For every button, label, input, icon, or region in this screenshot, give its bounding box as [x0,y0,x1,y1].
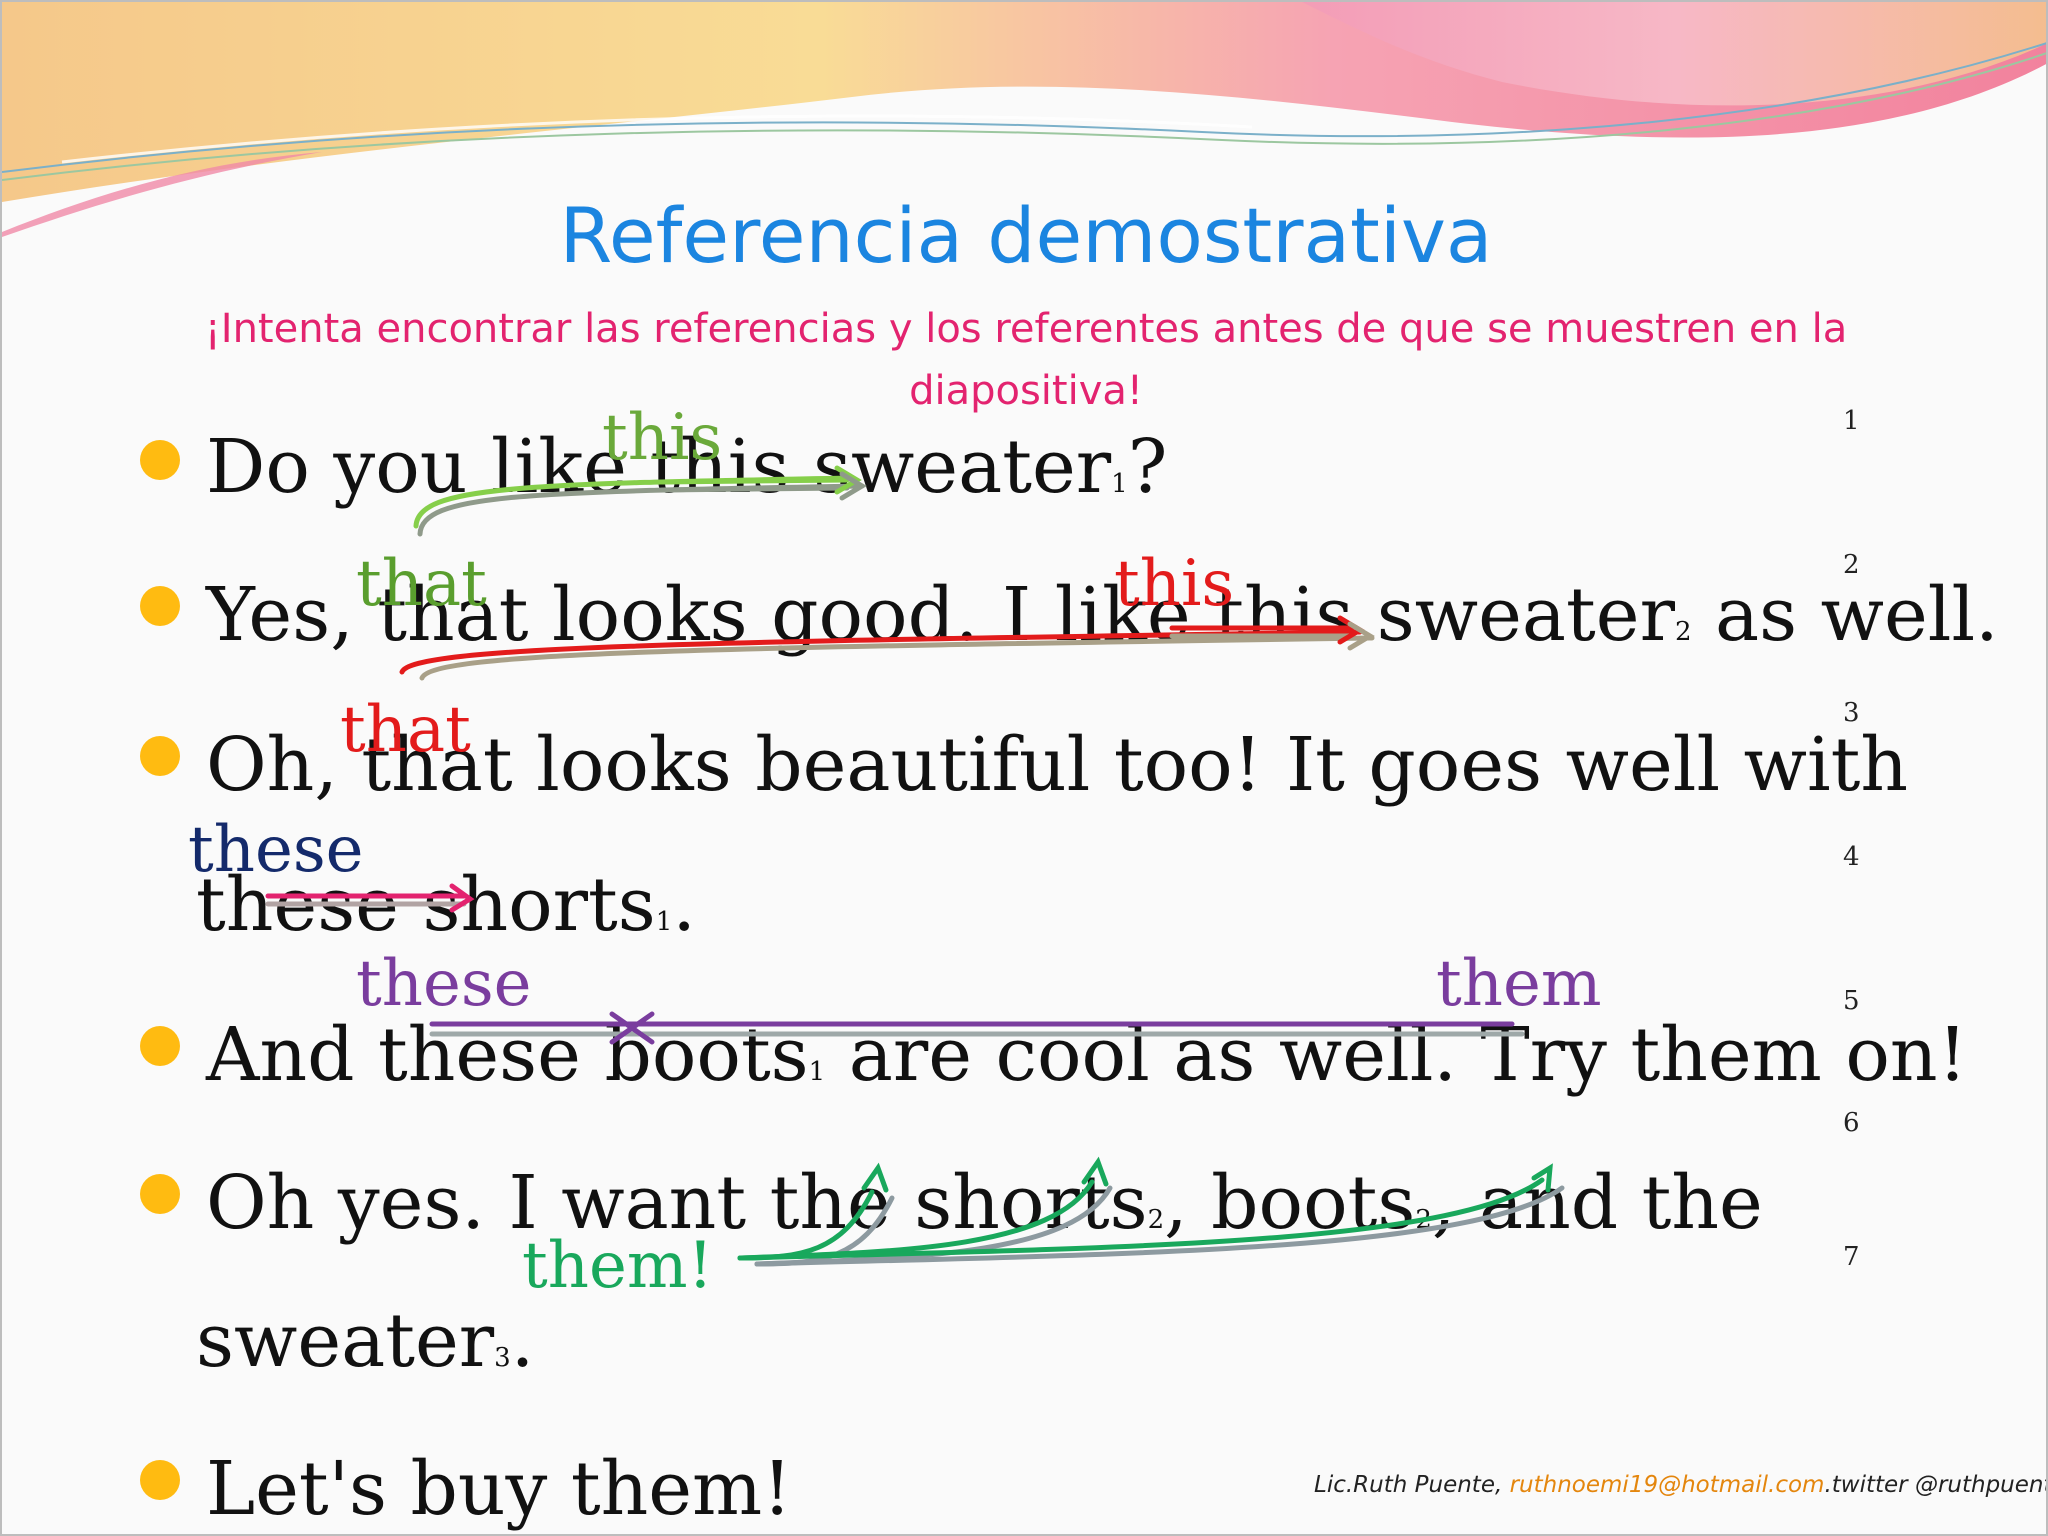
reference-label: that [356,547,487,621]
reference-label: this [602,401,723,475]
footer-credit: Lic.Ruth Puente, ruthnoemi19@hotmail.com… [1314,1472,2046,1498]
reference-label: these [188,813,364,887]
footer-twitter: .twitter @ruthpuente19 [1824,1472,2046,1498]
reference-label: them [1436,947,1602,1021]
reference-arrows [265,465,1565,1267]
reference-label: this [1114,547,1235,621]
reference-label: them! [522,1229,714,1303]
reference-label: these [356,947,532,1021]
reference-label: that [340,693,471,767]
slide: Referencia demostrativa ¡Intenta encontr… [0,0,2048,1536]
footer-author: Lic.Ruth Puente, [1314,1472,1510,1498]
footer-email[interactable]: ruthnoemi19@hotmail.com [1510,1472,1825,1498]
